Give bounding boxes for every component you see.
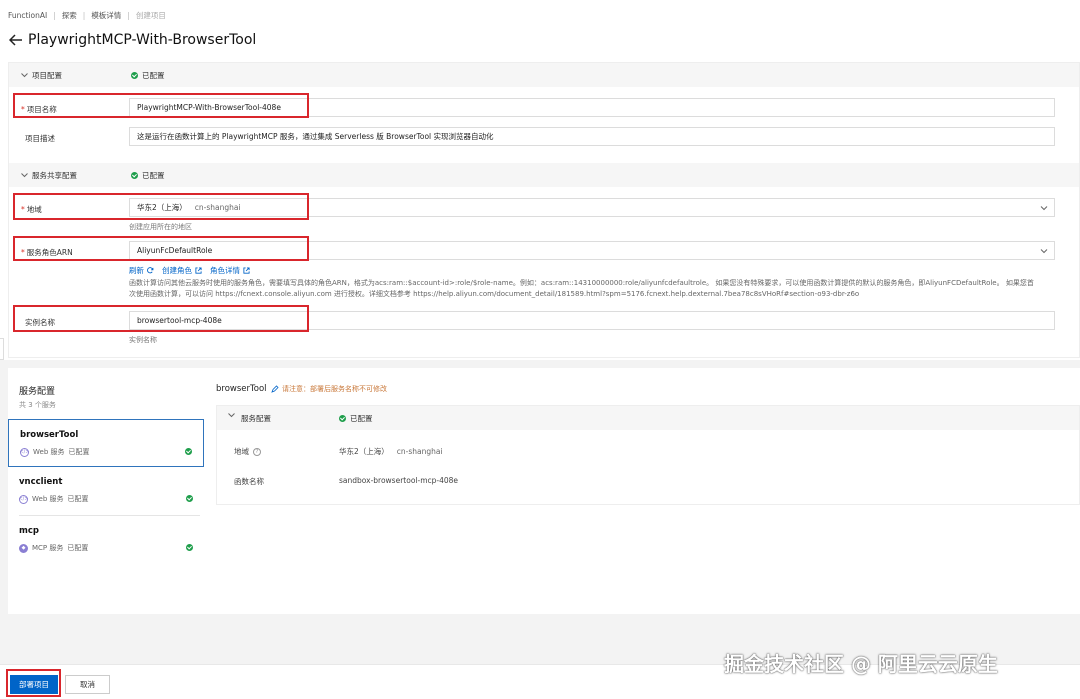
service-detail-name: browserTool [216, 384, 267, 394]
project-config-title: 项目配置 [32, 70, 62, 80]
service-name: mcp [19, 526, 39, 536]
external-link-icon [195, 267, 202, 274]
service-meta: </> Web 服务 已配置 [18, 494, 89, 504]
web-service-icon: </> [19, 447, 30, 457]
service-item-browsertool[interactable]: browserTool </> Web 服务 已配置 [8, 419, 204, 467]
highlight-box [13, 236, 309, 261]
service-name: browserTool [20, 430, 79, 440]
role-description: 函数计算访问其他云服务时使用的服务角色，需要填写具体的角色ARN，格式为acs:… [129, 278, 1074, 300]
service-config-box: 服务配置 已配置 地域? 华东2（上海） cn-shanghai 函数名称 san… [216, 405, 1080, 505]
page-title: PlaywrightMCP-With-BrowserTool [28, 32, 257, 48]
highlight-box [13, 93, 309, 118]
services-count: 共 3 个服务 [19, 401, 56, 409]
service-detail-panel: browserTool 请注意：部署后服务名称不可修改 服务配置 已配置 地域?… [205, 368, 1080, 614]
region-hint: 创建应用所在的地区 [129, 223, 192, 231]
service-status: 已配置 [68, 448, 90, 456]
breadcrumb-explore[interactable]: 探索 [62, 10, 77, 21]
service-name: vncclient [19, 477, 63, 487]
status-badge: 已配置 [131, 170, 165, 181]
instance-name-hint: 实例名称 [129, 336, 157, 344]
check-circle-icon [186, 544, 193, 551]
refresh-link[interactable]: 刷新 [129, 265, 154, 276]
service-meta: </> Web 服务 已配置 [19, 447, 90, 457]
service-name-warning: 请注意：部署后服务名称不可修改 [271, 384, 387, 394]
help-icon[interactable]: ? [253, 447, 261, 456]
highlight-box [13, 193, 309, 220]
external-link-icon [243, 267, 250, 274]
check-circle-icon [131, 171, 138, 179]
service-meta: ◆ MCP 服务 已配置 [19, 543, 88, 553]
shared-config-header[interactable]: 服务共享配置 已配置 [9, 163, 1079, 187]
role-detail-link-label: 角色详情 [210, 266, 240, 275]
chevron-down-icon [1040, 249, 1048, 254]
shared-config-title: 服务共享配置 [32, 170, 77, 180]
breadcrumb-create-project: 创建项目 [135, 11, 166, 20]
back-arrow-icon[interactable] [8, 32, 24, 48]
detail-region-value: 华东2（上海） cn-shanghai [339, 447, 443, 456]
service-type: Web 服务 [32, 495, 64, 503]
role-detail-link[interactable]: 角色详情 [210, 265, 250, 276]
check-circle-icon [186, 495, 193, 502]
highlight-box [13, 305, 309, 332]
chevron-down-icon [19, 170, 29, 180]
breadcrumb-functionai[interactable]: FunctionAI [8, 11, 47, 20]
breadcrumb: FunctionAI | 探索 | 模板详情 | 创建项目 [8, 10, 166, 21]
breadcrumb-separator: | [82, 11, 86, 20]
project-desc-input[interactable]: 这是运行在函数计算上的 PlaywrightMCP 服务，通过集成 Server… [129, 127, 1055, 146]
chevron-down-icon [228, 413, 235, 418]
service-config-header[interactable]: 服务配置 已配置 [217, 406, 1079, 430]
web-service-icon: </> [18, 494, 29, 504]
create-role-link-label: 创建角色 [162, 266, 192, 275]
check-circle-icon [185, 448, 192, 455]
status-text: 已配置 [142, 170, 165, 180]
cancel-button[interactable]: 取消 [65, 675, 110, 694]
chevron-down-icon [1040, 206, 1048, 211]
collapse-handle[interactable] [0, 338, 4, 360]
status-text: 已配置 [350, 414, 373, 423]
warning-text: 请注意：部署后服务名称不可修改 [282, 385, 387, 393]
check-circle-icon [339, 415, 346, 422]
role-description-line: 函数计算访问其他云服务时使用的服务角色，需要填写具体的角色ARN，格式为acs:… [129, 279, 1034, 287]
breadcrumb-separator: | [53, 11, 56, 20]
watermark: 掘金技术社区 @ 阿里云云原生 [724, 652, 998, 676]
detail-function-label: 函数名称 [234, 477, 264, 486]
service-status: 已配置 [67, 544, 89, 552]
refresh-icon [147, 267, 154, 274]
role-description-line: 次使用函数计算，可以访问 https://fcnext.console.aliy… [129, 290, 860, 298]
detail-region-label: 地域? [234, 446, 261, 457]
service-item-vncclient[interactable]: vncclient </> Web 服务 已配置 [8, 467, 204, 515]
services-list-panel: 服务配置 共 3 个服务 browserTool </> Web 服务 已配置 vn… [8, 368, 208, 614]
edit-icon[interactable] [271, 385, 279, 393]
service-config-title: 服务配置 [241, 414, 271, 423]
check-circle-icon [131, 71, 138, 79]
chevron-down-icon [19, 70, 29, 80]
status-badge: 已配置 [339, 413, 373, 424]
project-config-header[interactable]: 项目配置 已配置 [9, 63, 1079, 87]
title-row: PlaywrightMCP-With-BrowserTool [8, 32, 256, 48]
breadcrumb-template-detail[interactable]: 模板详情 [91, 10, 121, 21]
highlight-box [6, 669, 61, 697]
detail-function-value: sandbox-browsertool-mcp-408e [339, 476, 459, 485]
status-text: 已配置 [142, 70, 165, 80]
refresh-link-label: 刷新 [129, 266, 144, 275]
service-type: Web 服务 [33, 448, 65, 456]
service-type: MCP 服务 [32, 544, 64, 552]
role-links: 刷新 创建角色 角色详情 [129, 265, 258, 276]
status-badge: 已配置 [131, 70, 165, 81]
service-item-mcp[interactable]: mcp ◆ MCP 服务 已配置 [8, 516, 204, 564]
service-status: 已配置 [67, 495, 89, 503]
services-title: 服务配置 [19, 387, 56, 397]
breadcrumb-separator: | [127, 11, 130, 20]
mcp-service-icon: ◆ [19, 543, 28, 553]
project-desc-label: 项目描述 [25, 134, 55, 143]
create-role-link[interactable]: 创建角色 [162, 265, 202, 276]
